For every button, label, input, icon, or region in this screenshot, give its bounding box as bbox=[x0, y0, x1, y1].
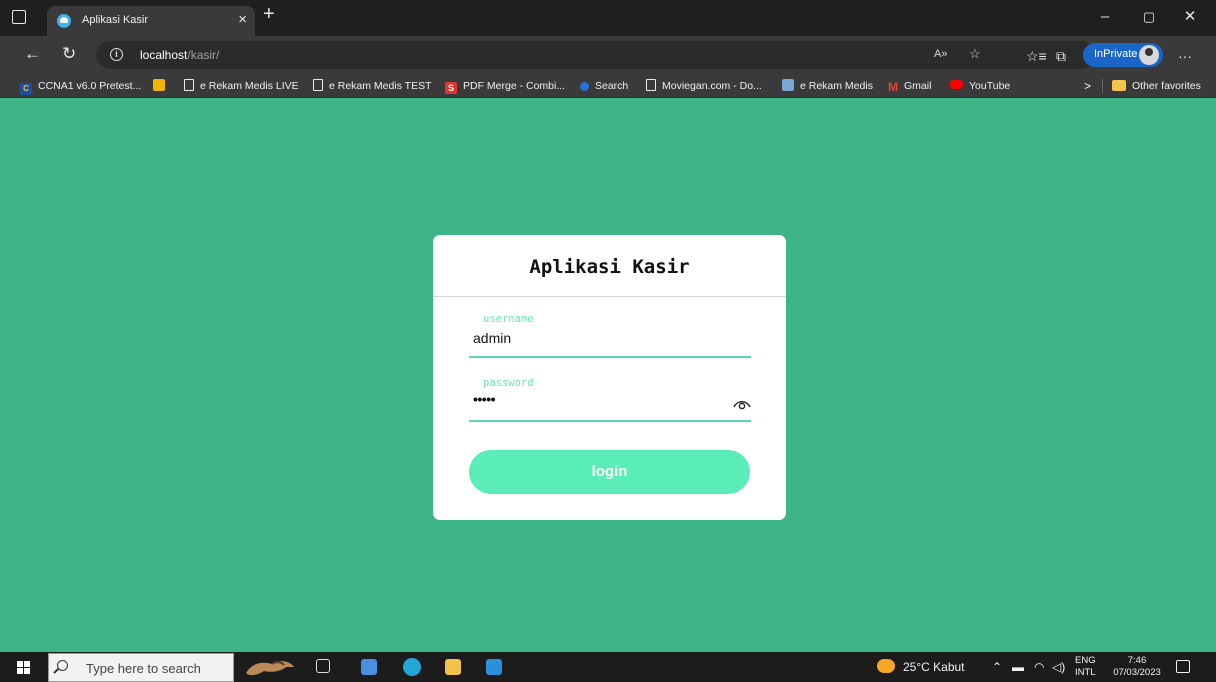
clock-date: 07/03/2023 bbox=[1113, 667, 1161, 678]
weather-icon[interactable] bbox=[877, 659, 895, 673]
search-icon bbox=[580, 82, 589, 91]
collections-icon[interactable]: ⧉ bbox=[1056, 46, 1066, 66]
username-field[interactable]: username admin bbox=[469, 313, 751, 359]
favorite-item-moviegan[interactable]: Moviegan.com - Do... bbox=[646, 79, 762, 93]
pdf-icon: S bbox=[445, 82, 457, 94]
favorites-overflow-button[interactable]: > bbox=[1084, 79, 1091, 93]
address-bar-row: ← ↻ i localhost/kasir/ A» ☆ ☆≡ ⧉ InPriva… bbox=[0, 36, 1216, 74]
language-indicator[interactable]: ENG INTL bbox=[1075, 655, 1096, 679]
favorite-item-erm-live[interactable]: e Rekam Medis LIVE bbox=[184, 79, 299, 93]
mail-icon bbox=[153, 79, 165, 91]
erm-icon bbox=[782, 79, 794, 91]
favorites-divider bbox=[1102, 79, 1103, 93]
clock-time: 7:46 bbox=[1127, 655, 1147, 666]
read-aloud-icon[interactable]: A» bbox=[934, 46, 947, 62]
login-card: Aplikasi Kasir username admin password •… bbox=[433, 235, 786, 520]
taskbar-search-placeholder: Type here to search bbox=[86, 661, 201, 676]
username-underline bbox=[469, 356, 751, 358]
more-menu-icon[interactable]: ··· bbox=[1178, 46, 1192, 66]
favorite-item-pdf-merge[interactable]: S PDF Merge - Combi... bbox=[445, 79, 566, 94]
ccna-icon: C bbox=[20, 83, 32, 95]
tab-close-button[interactable]: × bbox=[238, 11, 247, 29]
page-icon bbox=[646, 79, 656, 91]
password-underline bbox=[469, 420, 751, 422]
login-button[interactable]: login bbox=[469, 450, 750, 494]
refresh-icon[interactable]: ↻ bbox=[62, 44, 76, 64]
tab-actions-icon[interactable] bbox=[12, 10, 26, 24]
login-card-header: Aplikasi Kasir bbox=[433, 235, 786, 297]
inprivate-badge[interactable]: InPrivate bbox=[1083, 43, 1163, 67]
page-icon bbox=[313, 79, 323, 91]
eye-icon[interactable] bbox=[733, 398, 751, 410]
site-info-icon[interactable]: i bbox=[110, 48, 123, 61]
password-label: password bbox=[483, 377, 534, 389]
tab-favicon-icon bbox=[57, 14, 71, 28]
favorite-label: CCNA1 v6.0 Pretest... bbox=[38, 80, 142, 92]
favorites-bar: C CCNA1 v6.0 Pretest... e Rekam Medis LIV… bbox=[0, 74, 1216, 98]
folder-icon bbox=[1112, 80, 1126, 91]
new-tab-button[interactable]: + bbox=[263, 3, 275, 25]
browser-tab-bar: Aplikasi Kasir × + – ▢ ✕ bbox=[0, 0, 1216, 36]
favorite-label: Gmail bbox=[904, 80, 932, 92]
other-favorites-folder[interactable]: Other favorites bbox=[1112, 79, 1201, 93]
favorite-label: Search bbox=[595, 80, 629, 92]
close-window-button[interactable]: ✕ bbox=[1168, 6, 1212, 28]
windows-start-icon[interactable] bbox=[17, 661, 30, 674]
search-highlight-illustration-icon[interactable] bbox=[242, 655, 298, 679]
favorite-item-gmail[interactable]: M Gmail bbox=[888, 79, 932, 94]
favorite-item-youtube[interactable]: YouTube bbox=[950, 79, 1010, 93]
favorites-icon[interactable]: ☆≡ bbox=[1026, 46, 1047, 66]
address-bar[interactable]: i localhost/kasir/ A» ☆ bbox=[96, 41, 1096, 69]
volume-icon[interactable]: ◁) bbox=[1052, 660, 1065, 674]
password-field[interactable]: password ••••• bbox=[469, 377, 751, 425]
restore-button[interactable]: ▢ bbox=[1127, 6, 1171, 28]
url-path: /kasir/ bbox=[187, 48, 220, 62]
favorite-label: YouTube bbox=[969, 80, 1011, 92]
minimize-button[interactable]: – bbox=[1083, 6, 1127, 28]
favorite-label: e Rekam Medis bbox=[800, 80, 873, 92]
inprivate-label: InPrivate bbox=[1094, 48, 1138, 60]
page-viewport: Aplikasi Kasir username admin password •… bbox=[0, 98, 1216, 652]
taskbar-search-box[interactable]: Type here to search bbox=[48, 653, 234, 682]
taskbar: Type here to search 25°C Kabut ⌃ ▬ ◠ ◁) … bbox=[0, 652, 1216, 682]
tab-title: Aplikasi Kasir bbox=[82, 14, 149, 26]
username-label: username bbox=[483, 313, 534, 325]
edge-icon[interactable] bbox=[403, 658, 421, 676]
favorite-label: PDF Merge - Combi... bbox=[463, 80, 566, 92]
url-host: localhost bbox=[140, 48, 188, 62]
favorite-label: e Rekam Medis LIVE bbox=[200, 80, 299, 92]
language-code: ENG bbox=[1075, 655, 1096, 666]
file-explorer-icon[interactable] bbox=[445, 659, 461, 675]
vscode-icon[interactable] bbox=[486, 659, 502, 675]
favorite-item-ccna[interactable]: C CCNA1 v6.0 Pretest... bbox=[20, 79, 142, 95]
favorite-item-erm[interactable]: e Rekam Medis bbox=[782, 79, 873, 93]
favorite-item-erm-test[interactable]: e Rekam Medis TEST bbox=[313, 79, 432, 93]
favorite-label: e Rekam Medis TEST bbox=[329, 80, 432, 92]
favorite-item-mail[interactable] bbox=[153, 79, 171, 93]
weather-text[interactable]: 25°C Kabut bbox=[903, 660, 965, 674]
page-title: Aplikasi Kasir bbox=[529, 256, 690, 278]
favorite-label: Moviegan.com - Do... bbox=[662, 80, 762, 92]
profile-avatar-icon bbox=[1139, 45, 1159, 65]
page-icon bbox=[184, 79, 194, 91]
wifi-icon[interactable]: ◠ bbox=[1034, 660, 1044, 674]
back-arrow-icon[interactable]: ← bbox=[24, 44, 41, 64]
other-favorites-label: Other favorites bbox=[1132, 80, 1201, 92]
username-input[interactable]: admin bbox=[473, 330, 511, 346]
store-icon[interactable] bbox=[361, 659, 377, 675]
gmail-icon: M bbox=[888, 80, 898, 94]
keyboard-layout: INTL bbox=[1075, 667, 1096, 678]
taskbar-clock[interactable]: 7:46 07/03/2023 bbox=[1112, 655, 1162, 679]
tray-chevron-icon[interactable]: ⌃ bbox=[992, 660, 1002, 674]
password-input[interactable]: ••••• bbox=[473, 391, 496, 407]
battery-icon[interactable]: ▬ bbox=[1012, 660, 1024, 674]
tab-aplikasi-kasir[interactable]: Aplikasi Kasir × bbox=[47, 6, 255, 36]
search-icon bbox=[57, 660, 68, 671]
favorite-item-search[interactable]: Search bbox=[580, 79, 628, 93]
url-text[interactable]: localhost/kasir/ bbox=[140, 48, 219, 62]
notification-center-icon[interactable] bbox=[1176, 660, 1190, 673]
task-view-icon[interactable] bbox=[316, 659, 330, 673]
add-favorite-icon[interactable]: ☆ bbox=[969, 46, 981, 62]
youtube-icon bbox=[950, 80, 963, 89]
